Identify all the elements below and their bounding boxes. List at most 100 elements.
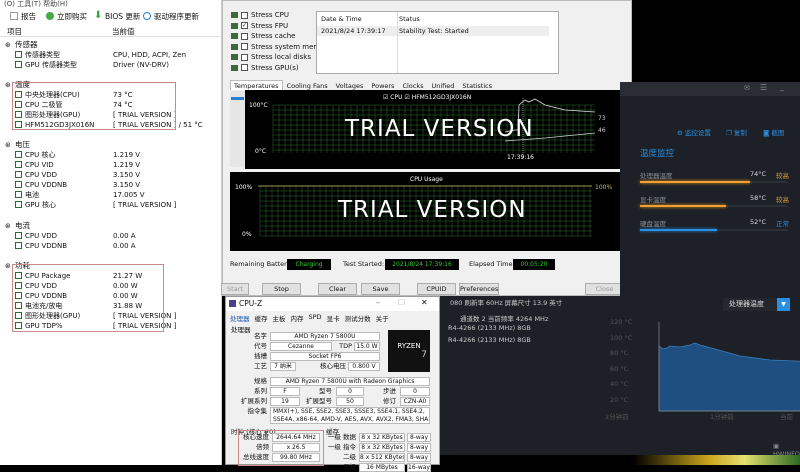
sensor-row[interactable]: CPU VID 1.219 V <box>0 160 222 170</box>
selected-sensor[interactable] <box>231 97 244 100</box>
ryzen-logo: RYZEN 7 <box>388 330 430 372</box>
sensor-row[interactable]: CPU 核心 1.219 V <box>0 150 222 160</box>
graph-tabs: Temperatures Cooling Fans Voltages Powers Cl… <box>230 80 496 90</box>
monitor-item-value: 52°C <box>750 218 767 226</box>
stress-option[interactable]: ✓ Stress FPU <box>231 21 288 31</box>
monitor-titlebar: ✉ ☰ _ <box>620 82 800 96</box>
report-button[interactable]: 报告 <box>10 9 36 23</box>
tab-temperatures[interactable]: Temperatures <box>230 80 283 90</box>
component-icon <box>231 54 238 60</box>
temperature-bar-fill <box>640 229 717 231</box>
preferences-button[interactable]: Preferences <box>459 283 499 295</box>
chart-metric-dropdown[interactable]: 处理器温度 ▼ <box>723 298 790 311</box>
copy-button[interactable]: ❐ 复制 <box>726 127 747 137</box>
download-arrow-icon: ⬇ <box>94 10 103 21</box>
monitor-title: 温度监控 <box>640 149 675 159</box>
column-item[interactable]: 项目 <box>7 26 22 37</box>
cache-label: 一级 指令 <box>327 443 356 451</box>
y-label: 80 °C <box>610 349 629 357</box>
chevron-down-icon[interactable]: ▼ <box>777 298 790 311</box>
mail-icon[interactable]: ✉ <box>744 84 750 92</box>
dropdown-value: 处理器温度 <box>729 300 764 308</box>
checkbox[interactable]: ✓ <box>241 22 248 29</box>
monitor-item-label: 硬盘温度 <box>640 220 666 228</box>
sensor-list[interactable] <box>230 91 245 167</box>
memory-slot-2: R4-4266 (2133 MHz) 8GB <box>448 336 531 344</box>
temperature-bar-fill <box>640 205 726 207</box>
checkbox[interactable] <box>241 64 248 71</box>
checkbox[interactable] <box>241 32 248 40</box>
tab-voltages[interactable]: Voltages <box>332 80 368 90</box>
checkbox[interactable] <box>241 11 248 19</box>
cpuz-tab[interactable]: 处理器 <box>230 313 250 323</box>
tab-clocks[interactable]: Clocks <box>398 80 427 90</box>
sensor-name: GPU 传感器类型 <box>25 61 77 69</box>
cpuz-tab[interactable]: 缓存 <box>255 313 268 323</box>
option-label: Stress local disks <box>251 53 312 61</box>
sensor-row[interactable]: CPU VDD 3.150 V <box>0 170 222 180</box>
component-icon <box>231 33 238 39</box>
cpuz-tab[interactable]: 内存 <box>291 313 304 323</box>
sensor-icon <box>15 61 22 68</box>
trial-watermark: TRIAL VERSION <box>338 197 527 223</box>
stress-option[interactable]: Stress local disks <box>231 52 311 62</box>
stress-option[interactable]: Stress cache <box>231 31 295 41</box>
sensor-name: CPU VDD <box>25 171 58 179</box>
tab-cooling-fans[interactable]: Cooling Fans <box>283 80 332 90</box>
sensor-row[interactable]: 电池 17.005 V <box>0 190 222 200</box>
cpuz-tab[interactable]: 显卡 <box>327 313 340 323</box>
cpuz-tab[interactable]: 主板 <box>273 313 286 323</box>
buy-button[interactable]: 立即购买 <box>46 9 87 23</box>
cpuid-button[interactable]: CPUID <box>417 283 456 295</box>
sensor-row[interactable]: GPU 传感器类型 Driver (NV-DRV) <box>0 60 222 70</box>
sensor-icon <box>15 151 22 158</box>
column-value[interactable]: 当前值 <box>112 26 135 37</box>
sensor-row[interactable]: CPU VDD 0.00 A <box>0 231 222 241</box>
screenshot-button[interactable]: ◙ 截图 <box>763 127 784 137</box>
legend-disk[interactable]: HFM512GD3JX016N <box>412 94 472 101</box>
minimize-icon[interactable]: – <box>376 298 380 307</box>
cart-icon <box>46 12 54 20</box>
checkbox[interactable] <box>241 43 248 50</box>
sensor-row[interactable]: 传感器类型 CPU, HDD, ACPI, Zen <box>0 50 222 60</box>
sensor-row[interactable]: GPU 核心 [ TRIAL VERSION ] <box>0 200 222 210</box>
cpuz-tabs: 处理器 缓存 主板 内存 SPD 显卡 测试分数 关于 <box>230 313 389 323</box>
checkbox[interactable] <box>241 53 248 61</box>
close-button[interactable]: Close <box>585 283 624 295</box>
menu-icon[interactable]: ☰ <box>760 83 767 92</box>
bios-update-button[interactable]: ⬇ BIOS 更新 <box>94 9 140 23</box>
stress-option[interactable]: Stress CPU <box>231 10 289 20</box>
minimize-icon[interactable]: _ <box>780 82 784 91</box>
save-button[interactable]: Save <box>361 283 400 295</box>
menu-bar[interactable]: (O) 工具(T) 帮助(H) <box>4 0 68 8</box>
log-row[interactable]: 2021/8/24 17:39:17 Stability Test: Start… <box>317 26 549 36</box>
maximize-icon[interactable]: ☐ <box>398 298 405 307</box>
stress-option[interactable]: Stress GPU(s) <box>231 63 299 73</box>
cpuz-tab[interactable]: 关于 <box>376 313 389 323</box>
start-button[interactable]: Start <box>221 283 249 295</box>
sensor-row[interactable]: CPU VDDNB 3.150 V <box>0 180 222 190</box>
driver-update-button[interactable]: 驱动程序更新 <box>143 9 199 23</box>
stop-button[interactable]: Stop <box>262 283 301 295</box>
monitor-settings-button[interactable]: ⚙ 监控设置 <box>677 127 711 137</box>
sensor-group[interactable]: ⊛ 传感器 <box>0 40 222 50</box>
clear-button[interactable]: Clear <box>318 283 357 295</box>
sensor-row[interactable]: CPU VDDNB 0.00 A <box>0 241 222 251</box>
highlight-box <box>12 82 176 130</box>
tab-statistics[interactable]: Statistics <box>458 80 496 90</box>
label: 报告 <box>21 11 36 21</box>
specification: AMD Ryzen 7 5800U with Radeon Graphics <box>270 377 430 386</box>
tab-powers[interactable]: Powers <box>367 80 398 90</box>
tab-unified[interactable]: Unified <box>428 80 459 90</box>
sensor-group[interactable]: ⊛ 电压 <box>0 140 222 150</box>
sensor-group[interactable]: ⊛ 电流 <box>0 221 222 231</box>
sensor-icon <box>15 181 22 188</box>
sensor-name: CPU VDDNB <box>25 242 68 250</box>
cpuz-tab[interactable]: 测试分数 <box>345 313 371 323</box>
label: 系列 <box>254 387 267 395</box>
close-icon[interactable]: ✕ <box>421 298 428 307</box>
label: 名字 <box>254 332 267 340</box>
legend-cpu[interactable]: CPU <box>390 94 402 101</box>
label: 工艺 <box>254 362 267 370</box>
cpuz-tab[interactable]: SPD <box>309 313 322 323</box>
